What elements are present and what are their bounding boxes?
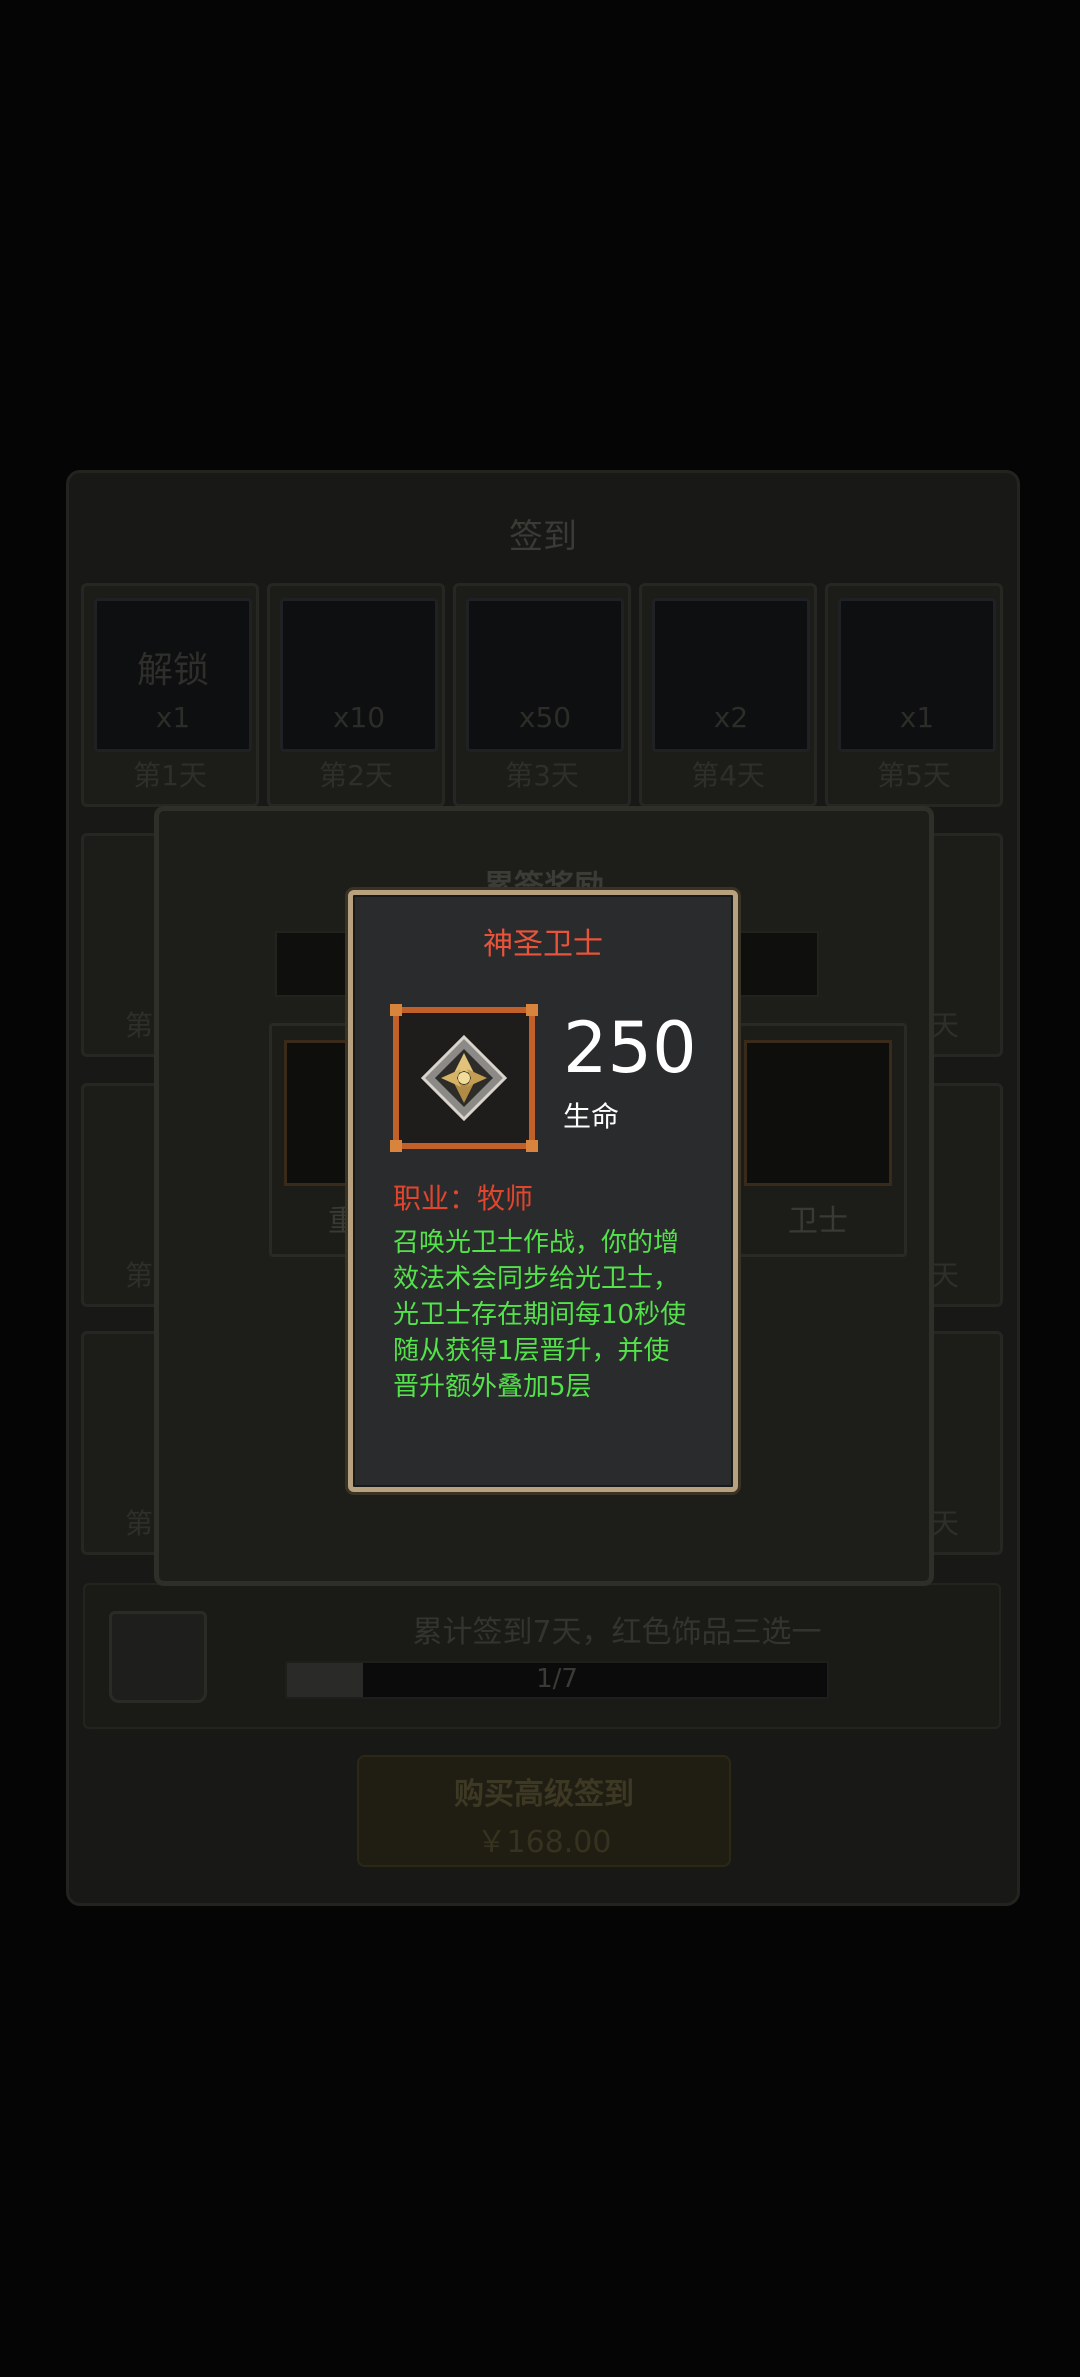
class-value: 牧师 — [477, 1182, 534, 1215]
description-line: 晋升额外叠加5层 — [393, 1372, 592, 1402]
class-prefix: 职业： — [393, 1182, 478, 1215]
ticket-icon: x2 — [652, 598, 810, 752]
cumulative-signin-bar: 累计签到7天，红色饰品三选一 1/7 — [83, 1583, 1001, 1729]
reward-quantity: x1 — [155, 701, 191, 734]
description-line: 光卫士存在期间每10秒使 — [393, 1300, 687, 1330]
day-cell-4: x2 第4天 — [639, 583, 817, 807]
guardian-icon — [744, 1040, 892, 1186]
class-line: 职业：牧师 — [393, 1177, 533, 1217]
frame-corner — [526, 1140, 538, 1152]
day-label: 第1天 — [133, 759, 207, 792]
frame-corner — [390, 1004, 402, 1016]
reward-card[interactable]: 卫士 — [729, 1023, 907, 1257]
reward-card-label: 卫士 — [788, 1204, 848, 1239]
buy-premium-signin-button[interactable]: 购买高级签到 ￥168.00 — [357, 1755, 731, 1867]
day-label: 第5天 — [877, 759, 951, 792]
description-line: 效法术会同步给光卫士， — [393, 1264, 680, 1294]
day-cell-2: x10 第2天 — [267, 583, 445, 807]
reward-quantity: x50 — [518, 701, 572, 734]
chest-icon — [109, 1611, 207, 1703]
health-label: 生命 — [563, 1100, 620, 1133]
reward-quantity: x10 — [332, 701, 386, 734]
signin-title: 签到 — [509, 517, 577, 557]
day-cell-5: x1 第5天 — [825, 583, 1003, 807]
description-line: 召唤光卫士作战，你的增 — [393, 1228, 680, 1258]
day-label: 第3天 — [505, 759, 579, 792]
health-value: 250 — [563, 1007, 697, 1089]
item-description: 召唤光卫士作战，你的增 效法术会同步给光卫士， 光卫士存在期间每10秒使 随从获… — [393, 1225, 703, 1405]
gem-icon: x50 — [466, 598, 624, 752]
holy-guardian-icon — [420, 1034, 508, 1122]
day-cell-3: x50 第3天 — [453, 583, 631, 807]
scroll-icon: x10 — [280, 598, 438, 752]
signin-progress-bar: 1/7 — [285, 1661, 829, 1699]
description-line: 随从获得1层晋升，并使 — [393, 1336, 670, 1366]
reward-quantity: x2 — [713, 701, 749, 734]
item-name: 神圣卫士 — [483, 927, 603, 962]
reward-icon: 解锁 x1 — [94, 598, 252, 752]
day-label: 第4天 — [691, 759, 765, 792]
cumulative-text: 累计签到7天，红色饰品三选一 — [412, 1615, 822, 1650]
unlock-icon: 解锁 — [136, 650, 209, 691]
day-cell-1: 解锁 x1 第1天 — [81, 583, 259, 807]
reward-quantity: x1 — [899, 701, 935, 734]
progress-text: 1/7 — [536, 1664, 578, 1694]
buy-button-price: ￥168.00 — [476, 1825, 612, 1860]
day-label: 第2天 — [319, 759, 393, 792]
item-detail-popup[interactable]: 神圣卫士 250 生命 职业：牧师 召唤光卫士作战，你的增 效法术会同步给光卫士… — [348, 890, 738, 1492]
item-frame — [390, 1004, 538, 1152]
frame-corner — [390, 1140, 402, 1152]
frame-corner — [526, 1004, 538, 1016]
coin-icon: x1 — [838, 598, 996, 752]
buy-button-label: 购买高级签到 — [454, 1777, 634, 1812]
